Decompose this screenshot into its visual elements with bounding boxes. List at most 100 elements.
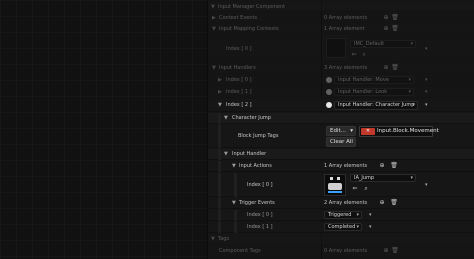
trash-icon[interactable]: 🗑 bbox=[390, 199, 398, 207]
handler-class-dropdown[interactable]: Input Handler: Move ▾ bbox=[334, 76, 414, 84]
asset-picker-dropdown[interactable]: IA_Jump ▾ bbox=[350, 174, 416, 182]
use-selected-icon[interactable]: ⇐ bbox=[351, 185, 359, 193]
indent-guide bbox=[218, 210, 221, 221]
handler-class-name: Input Handler: Character Jump bbox=[338, 102, 415, 108]
chevron-down-icon[interactable]: ▾ bbox=[425, 88, 428, 96]
gameplay-tag-chip[interactable]: ✕ Input.Block.Movement bbox=[359, 126, 439, 137]
expand-arrow-icon[interactable]: ▼ bbox=[224, 114, 228, 122]
add-element-icon[interactable]: ⊕ bbox=[382, 64, 390, 72]
indent-guide bbox=[234, 222, 237, 233]
chevron-down-icon[interactable]: ▾ bbox=[369, 211, 372, 219]
remove-tag-icon[interactable]: ✕ bbox=[361, 128, 375, 135]
trash-icon[interactable]: 🗑 bbox=[391, 247, 399, 255]
viewport-background bbox=[0, 0, 207, 259]
property-row-trigger-index-0: Index [ 0 ] Triggered ▾ ▾ bbox=[208, 210, 474, 221]
asset-thumbnail[interactable] bbox=[324, 174, 346, 196]
trigger-event-dropdown[interactable]: Triggered ▾ bbox=[324, 211, 362, 219]
class-icon bbox=[326, 77, 332, 83]
array-count: 0 Array elements bbox=[324, 15, 368, 21]
add-element-icon[interactable]: ⊕ bbox=[382, 247, 390, 255]
property-label: Input Actions bbox=[239, 163, 272, 169]
expand-arrow-icon[interactable]: ▼ bbox=[211, 3, 215, 11]
property-label: Context Events bbox=[219, 15, 258, 21]
trash-icon[interactable]: 🗑 bbox=[391, 25, 399, 33]
edit-tags-button[interactable]: Edit... ▾ bbox=[326, 126, 356, 136]
index-label: Index [ 0 ] bbox=[226, 77, 252, 83]
section-title: Tags bbox=[218, 236, 230, 242]
browse-icon[interactable]: ⌕ bbox=[362, 185, 370, 193]
property-label: Block Jump Tags bbox=[238, 133, 279, 139]
indent-guide bbox=[218, 222, 221, 233]
array-count: 0 Array elements bbox=[324, 248, 368, 254]
property-label: Trigger Events bbox=[239, 200, 275, 206]
chevron-down-icon: ▾ bbox=[356, 224, 359, 230]
property-row-component-tags: Component Tags 0 Array elements ⊕ 🗑 bbox=[208, 246, 474, 257]
section-header-input-manager[interactable]: ▼ Input Manager Component bbox=[208, 2, 474, 12]
expand-arrow-icon[interactable]: ▶ bbox=[218, 88, 222, 96]
add-element-icon[interactable]: ⊕ bbox=[378, 199, 386, 207]
chevron-down-icon[interactable]: ▾ bbox=[369, 223, 372, 231]
asset-name: IMC_Default bbox=[354, 41, 385, 47]
section-header-tags[interactable]: ▼ Tags bbox=[208, 234, 474, 245]
property-row-handler-index-1: ▶ Index [ 1 ] Input Handler: Look ▾ ▾ bbox=[208, 87, 474, 98]
expand-arrow-icon[interactable]: ▼ bbox=[232, 162, 236, 170]
expand-arrow-icon[interactable]: ▼ bbox=[211, 235, 215, 243]
chevron-down-icon: ▾ bbox=[408, 77, 411, 83]
use-selected-icon[interactable]: ⇐ bbox=[350, 51, 358, 59]
array-count: 2 Array elements bbox=[324, 200, 368, 206]
indent-guide bbox=[218, 161, 221, 172]
index-label: Index [ 0 ] bbox=[247, 182, 273, 188]
property-row-handler-index-2: ▼ Index [ 2 ] Input Handler: Character J… bbox=[208, 99, 474, 112]
chevron-down-icon: ▾ bbox=[410, 175, 413, 181]
property-row-input-actions: ▼ Input Actions 1 Array elements ⊕ 🗑 bbox=[208, 161, 474, 172]
browse-icon[interactable]: ⌕ bbox=[360, 51, 368, 59]
handler-class-dropdown[interactable]: Input Handler: Character Jump ▾ bbox=[334, 101, 418, 110]
property-label: Input Mapping Contexts bbox=[219, 26, 279, 32]
property-row-handler-index-0: ▶ Index [ 0 ] Input Handler: Move ▾ ▾ bbox=[208, 75, 474, 86]
chevron-down-icon[interactable]: ▾ bbox=[425, 181, 428, 189]
asset-picker-dropdown[interactable]: IMC_Default ▾ bbox=[350, 40, 416, 48]
chevron-down-icon[interactable]: ▾ bbox=[425, 45, 428, 53]
indent-guide bbox=[218, 198, 221, 209]
property-row-mapping-contexts: ▼ Input Mapping Contexts 1 Array element… bbox=[208, 24, 474, 34]
handler-class-dropdown[interactable]: Input Handler: Look ▾ bbox=[334, 88, 414, 96]
expand-arrow-icon[interactable]: ▼ bbox=[218, 101, 222, 109]
trash-icon[interactable]: 🗑 bbox=[391, 14, 399, 22]
array-count: 1 Array elements bbox=[324, 163, 368, 169]
expand-arrow-icon[interactable]: ▼ bbox=[224, 150, 228, 158]
array-count: 3 Array elements bbox=[324, 65, 368, 71]
add-element-icon[interactable]: ⊕ bbox=[382, 14, 390, 22]
expand-arrow-icon[interactable]: ▼ bbox=[212, 25, 216, 33]
chevron-down-icon: ▾ bbox=[350, 128, 353, 134]
indent-guide bbox=[218, 125, 221, 148]
property-row-mapping-index-0: Index [ 0 ] IMC_Default ▾ ⇐ ⌕ ▾ bbox=[208, 35, 474, 62]
handler-class-name: Input Handler: Move bbox=[338, 77, 389, 83]
property-label: Input Handlers bbox=[219, 65, 256, 71]
chevron-down-icon[interactable]: ▾ bbox=[425, 101, 428, 109]
asset-thumbnail[interactable] bbox=[326, 38, 346, 58]
property-row-action-index-0: Index [ 0 ] IA_Jump ▾ ⇐ ⌕ ▾ bbox=[208, 173, 474, 197]
trash-icon[interactable]: 🗑 bbox=[390, 162, 398, 170]
index-label: Index [ 0 ] bbox=[247, 212, 273, 218]
chevron-down-icon[interactable]: ▾ bbox=[425, 76, 428, 84]
indent-guide bbox=[218, 149, 221, 160]
expand-arrow-icon[interactable]: ▶ bbox=[218, 76, 222, 84]
array-count: 1 Array element bbox=[324, 26, 365, 32]
trigger-event-dropdown[interactable]: Completed ▾ bbox=[324, 223, 362, 231]
expand-arrow-icon[interactable]: ▼ bbox=[232, 199, 236, 207]
details-panel: ▼ Input Manager Component ▶ Context Even… bbox=[207, 0, 474, 259]
category-character-jump[interactable]: ▼ Character Jump bbox=[208, 113, 474, 124]
add-element-icon[interactable]: ⊕ bbox=[382, 25, 390, 33]
trash-icon[interactable]: 🗑 bbox=[391, 64, 399, 72]
clear-label: Clear All bbox=[330, 139, 353, 145]
index-label: Index [ 1 ] bbox=[247, 224, 273, 230]
indent-guide bbox=[218, 173, 221, 197]
expand-arrow-icon[interactable]: ▼ bbox=[212, 64, 216, 72]
expand-arrow-icon[interactable]: ▶ bbox=[212, 14, 216, 22]
chevron-down-icon: ▾ bbox=[356, 212, 359, 218]
category-input-handler[interactable]: ▼ Input Handler bbox=[208, 149, 474, 160]
clear-all-button[interactable]: Clear All bbox=[326, 137, 356, 147]
add-element-icon[interactable]: ⊕ bbox=[378, 162, 386, 170]
tag-name: Input.Block.Movement bbox=[377, 128, 439, 134]
indent-guide bbox=[234, 210, 237, 221]
